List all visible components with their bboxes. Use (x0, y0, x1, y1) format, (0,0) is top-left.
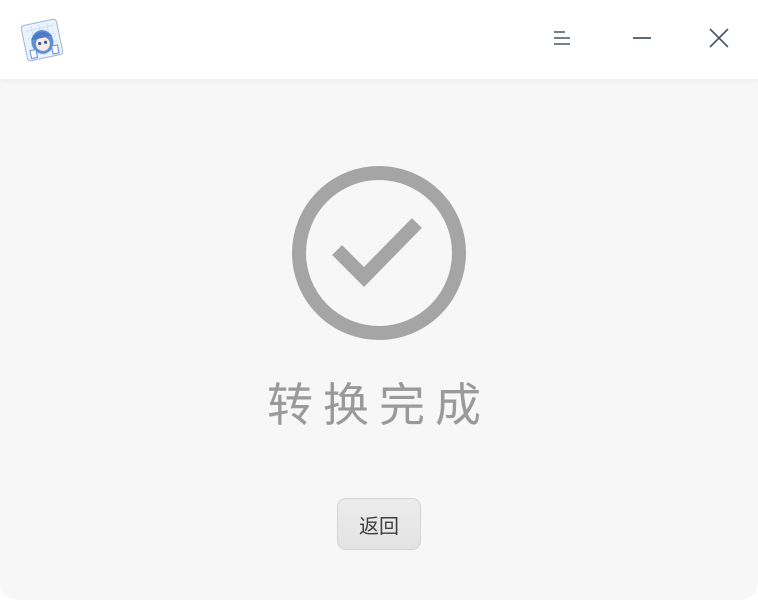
minimize-button[interactable] (622, 20, 662, 60)
check-circle-icon (290, 164, 468, 342)
minimize-icon (632, 28, 652, 52)
menu-icon (553, 29, 571, 51)
main-content: 转换完成 返回 (0, 79, 758, 600)
titlebar (0, 0, 758, 79)
app-window: 转换完成 返回 (0, 0, 758, 600)
menu-button[interactable] (542, 20, 582, 60)
status-message: 转换完成 (267, 378, 491, 432)
app-icon (18, 16, 66, 64)
close-icon (709, 28, 729, 52)
back-button[interactable]: 返回 (337, 498, 421, 550)
close-button[interactable] (699, 20, 739, 60)
